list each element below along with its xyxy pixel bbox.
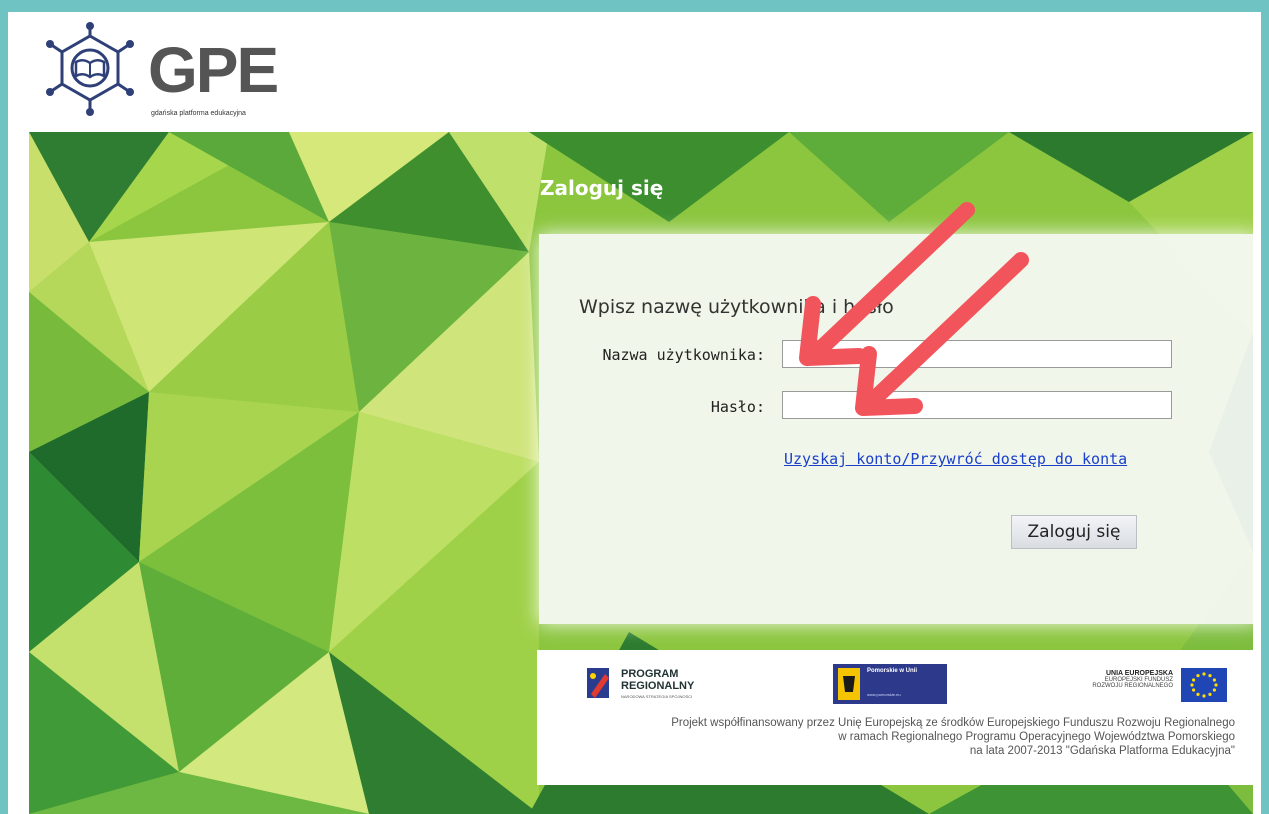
pomorskie-url: www.pomorskie.eu xyxy=(867,692,901,697)
ue-line-1: UNIA EUROPEJSKA xyxy=(1105,670,1173,677)
login-title: Zaloguj się xyxy=(540,176,664,200)
eu-stars-icon xyxy=(1190,672,1218,698)
program-text-3: NARODOWA STRATEGIA SPÓJNOŚCI xyxy=(621,694,693,699)
pomorskie-logo: Pomorskie w Unii www.pomorskie.eu xyxy=(833,664,947,704)
recover-account-link[interactable]: Uzyskaj konto/Przywróć dostęp do konta xyxy=(784,450,1127,468)
funding-text: Projekt współfinansowany przez Unię Euro… xyxy=(595,716,1235,758)
program-regionalny-logo: PROGRAM REGIONALNY NARODOWA STRATEGIA SP… xyxy=(583,664,713,704)
password-label: Hasło: xyxy=(710,398,765,416)
eu-funding-strip: PROGRAM REGIONALNY NARODOWA STRATEGIA SP… xyxy=(537,650,1253,785)
logo-text: GPE xyxy=(148,34,279,106)
program-text-2: REGIONALNY xyxy=(621,680,695,692)
gpe-logo[interactable]: GPE gdańska platforma edukacyjna xyxy=(40,22,280,122)
pomorskie-crest-icon xyxy=(838,668,860,700)
logo-subtitle: gdańska platforma edukacyjna xyxy=(151,110,246,117)
username-input[interactable] xyxy=(782,340,1172,368)
password-input[interactable] xyxy=(782,391,1172,419)
funding-line-2: w ramach Regionalnego Programu Operacyjn… xyxy=(838,731,1235,743)
header: GPE gdańska platforma edukacyjna xyxy=(8,12,1261,128)
hexagon-book-icon xyxy=(46,22,134,116)
program-text-1: PROGRAM xyxy=(621,668,679,680)
login-banner: Zaloguj się Wpisz nazwę użytkownika i ha… xyxy=(29,132,1253,814)
ue-text: UNIA EUROPEJSKA EUROPEJSKI FUNDUSZ ROZWO… xyxy=(1053,670,1173,689)
page: GPE gdańska platforma edukacyjna Zaloguj… xyxy=(8,12,1261,814)
program-regionalny-icon xyxy=(587,668,609,698)
pomorskie-title: Pomorskie w Unii xyxy=(867,668,918,674)
login-button[interactable]: Zaloguj się xyxy=(1011,515,1137,549)
funding-line-1: Projekt współfinansowany przez Unię Euro… xyxy=(671,717,1235,729)
login-form: Wpisz nazwę użytkownika i hasło Nazwa uż… xyxy=(539,234,1253,624)
eu-flag xyxy=(1181,668,1227,702)
username-label: Nazwa użytkownika: xyxy=(602,346,765,364)
login-prompt: Wpisz nazwę użytkownika i hasło xyxy=(579,296,894,318)
ue-line-3: ROZWOJU REGIONALNEGO xyxy=(1092,683,1173,689)
funding-line-3: na lata 2007-2013 "Gdańska Platforma Edu… xyxy=(969,745,1235,757)
